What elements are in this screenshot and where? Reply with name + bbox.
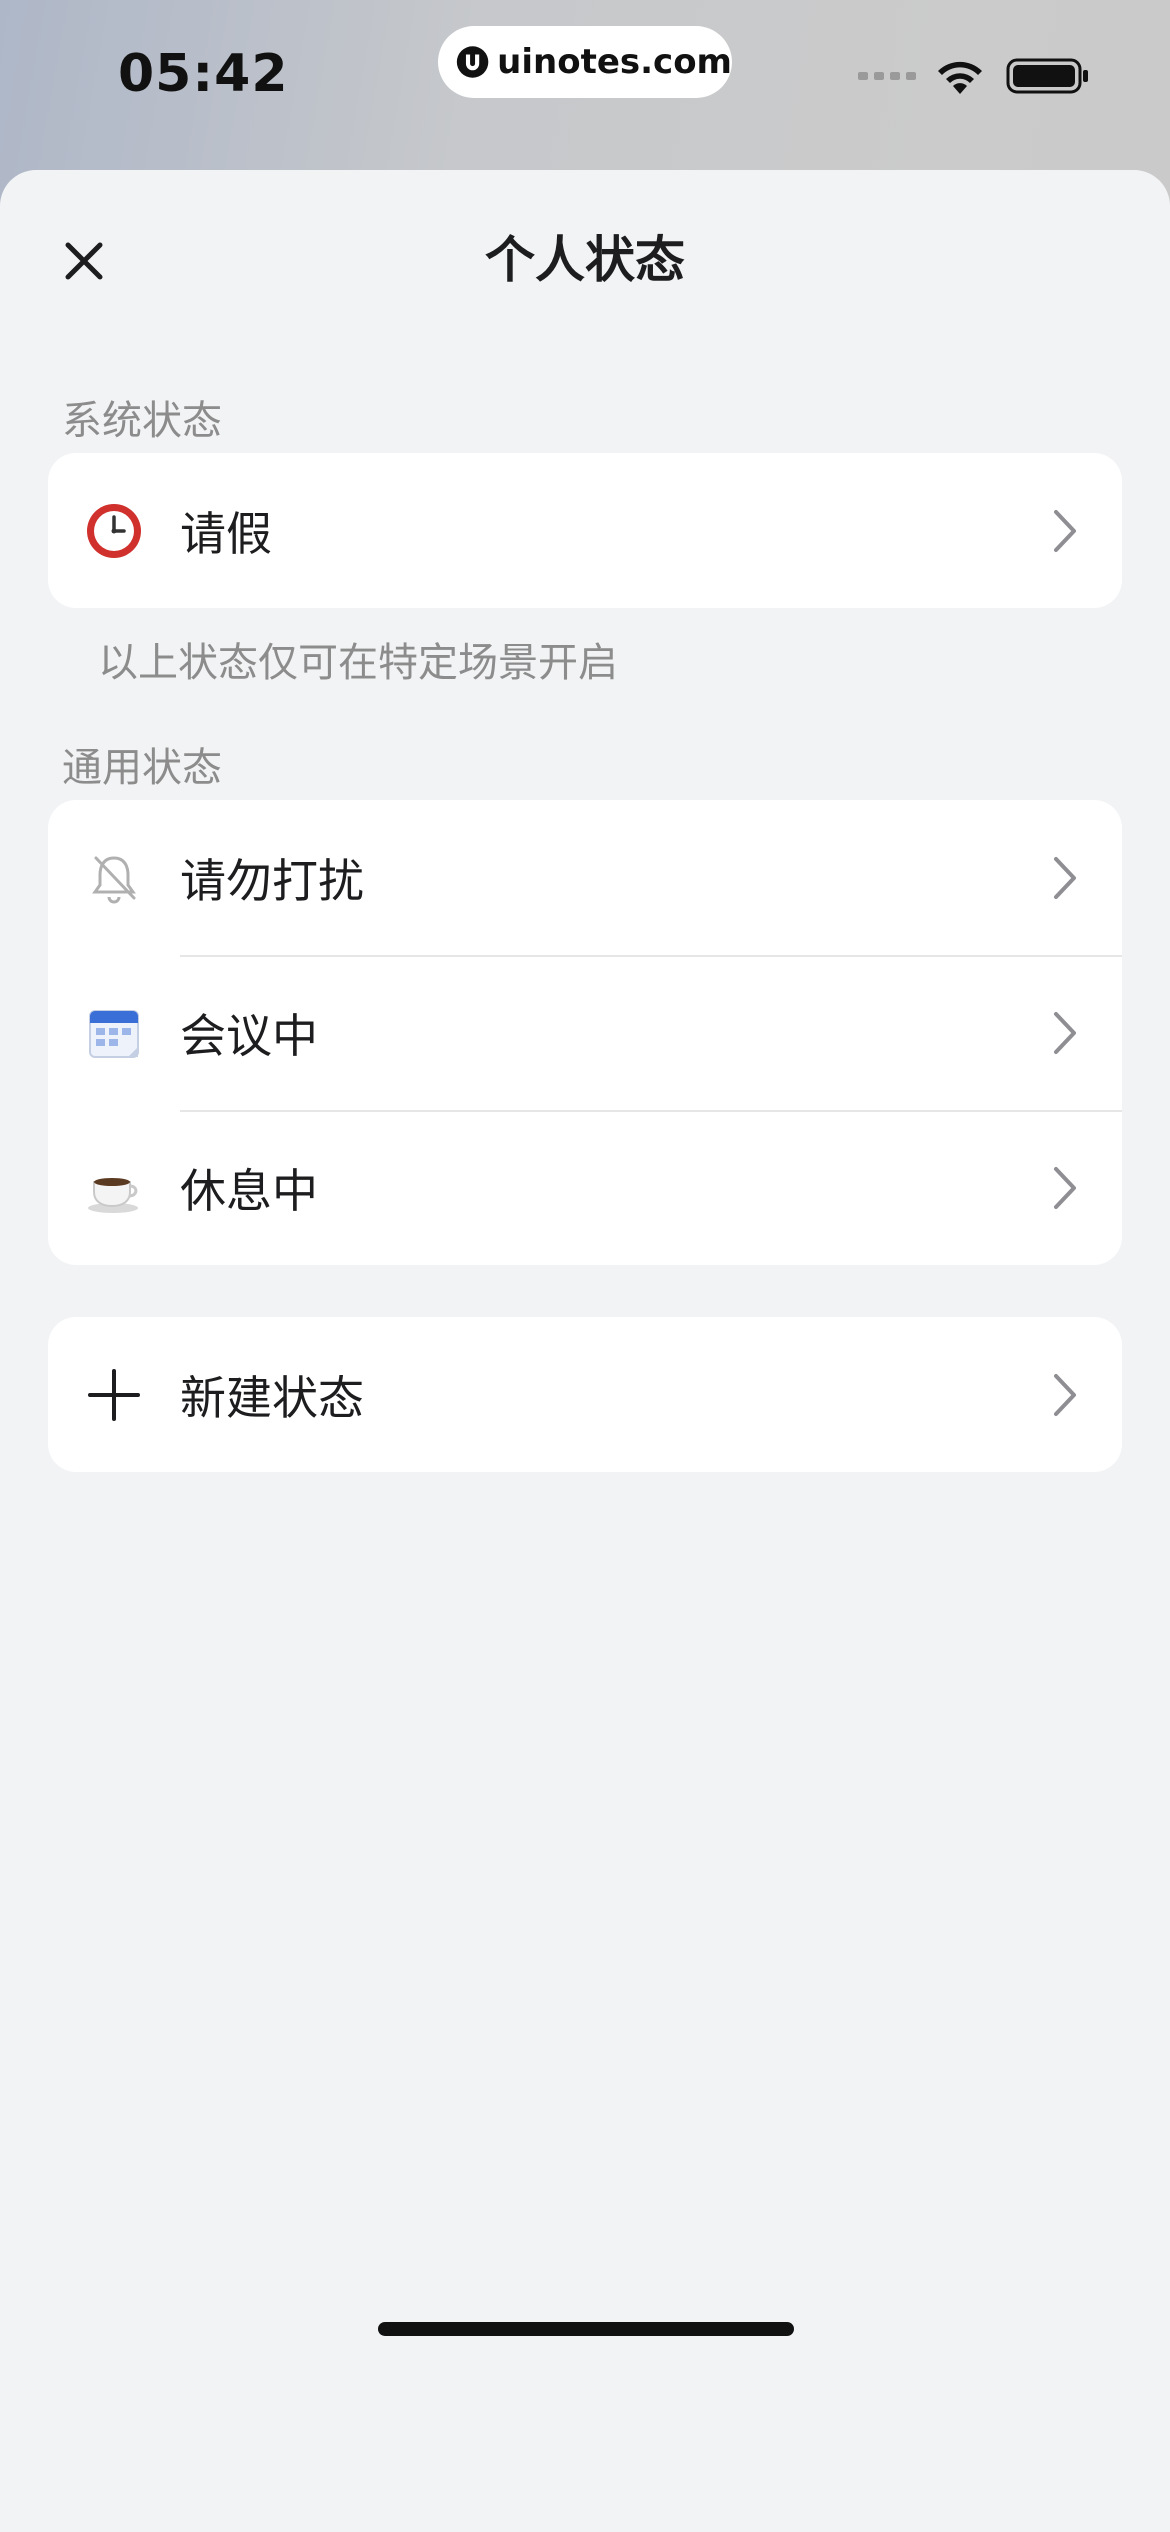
uinotes-logo-icon <box>456 46 489 78</box>
status-item-label: 会议中 <box>180 1008 318 1063</box>
create-status-label: 新建状态 <box>180 1370 364 1425</box>
chevron-right-icon <box>1054 509 1076 552</box>
status-icons <box>858 56 1090 96</box>
wifi-icon <box>938 61 982 94</box>
status-time: 05:42 <box>118 44 289 104</box>
status-item-label: 请假 <box>180 506 272 561</box>
chevron-right-icon <box>1054 1373 1076 1416</box>
create-status-button[interactable]: 新建状态 <box>48 1317 1122 1472</box>
chevron-right-icon <box>1054 1011 1076 1054</box>
status-item-in-meeting[interactable]: 会议中 <box>48 955 1122 1110</box>
system-status-card: 请假 <box>48 453 1122 608</box>
calendar-icon <box>84 1003 144 1063</box>
chevron-right-icon <box>1054 856 1076 899</box>
status-item-leave[interactable]: 请假 <box>48 453 1122 608</box>
watermark-text: uinotes.com <box>497 42 732 82</box>
battery-icon <box>1006 58 1088 94</box>
plus-icon <box>84 1365 144 1425</box>
create-status-card: 新建状态 <box>48 1317 1122 1472</box>
page-title: 个人状态 <box>485 231 685 289</box>
coffee-icon <box>84 1158 144 1218</box>
status-sheet: 个人状态 系统状态 请假 以上状态仅可在特定场景开启 通用状态 请勿打扰 会议中… <box>0 170 1170 2532</box>
general-status-card: 请勿打扰 会议中 休息中 <box>48 800 1122 1265</box>
signal-icon <box>858 72 916 80</box>
clock-icon <box>84 501 144 561</box>
status-item-label: 请勿打扰 <box>180 853 364 908</box>
status-item-do-not-disturb[interactable]: 请勿打扰 <box>48 800 1122 955</box>
watermark-badge: uinotes.com <box>438 26 732 98</box>
status-item-label: 休息中 <box>180 1163 318 1218</box>
section-label-general: 通用状态 <box>62 745 222 791</box>
system-status-note: 以上状态仅可在特定场景开启 <box>98 640 618 686</box>
chevron-right-icon <box>1054 1166 1076 1209</box>
section-label-system: 系统状态 <box>62 398 222 444</box>
status-item-on-break[interactable]: 休息中 <box>48 1110 1122 1265</box>
home-indicator[interactable] <box>378 2322 794 2336</box>
bell-off-icon <box>84 848 144 908</box>
status-bar: 05:42 uinotes.com <box>0 0 1170 170</box>
